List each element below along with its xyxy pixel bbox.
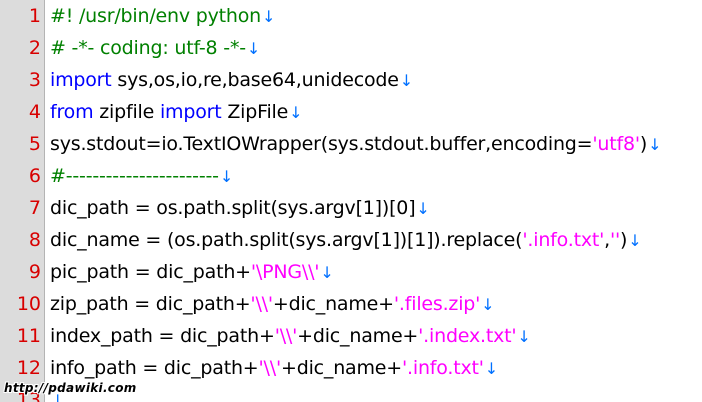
line-end-arrow-icon: ↓ xyxy=(246,39,261,58)
line-code[interactable]: dic_name = (os.path.split(sys.argv[1])[1… xyxy=(50,224,642,257)
string-token: '.info.txt' xyxy=(522,229,605,251)
line-code[interactable]: #! /usr/bin/env python↓ xyxy=(50,0,275,33)
plain-token: ) xyxy=(639,133,648,155)
watermark: http://pdawiki.com xyxy=(4,381,137,395)
string-token: 'utf8' xyxy=(592,133,640,155)
string-token: '\PNG\\' xyxy=(250,261,320,283)
string-token: '' xyxy=(610,229,621,251)
line-end-arrow-icon: ↓ xyxy=(262,7,276,26)
line-end-arrow-icon: ↓ xyxy=(416,199,430,218)
plain-token: pic_path = dic_path+ xyxy=(50,261,251,283)
plain-token: dic_name = (os.path.split(sys.argv[1])[1… xyxy=(50,229,523,251)
string-token: '\\' xyxy=(258,357,282,379)
comment-token: # -*- coding: utf-8 -*- xyxy=(50,37,246,59)
comment-token: #! /usr/bin/env python xyxy=(50,5,261,27)
line-number: 5 xyxy=(28,133,41,155)
line-number: 6 xyxy=(28,165,41,187)
line-number: 2 xyxy=(28,37,41,59)
line-code[interactable]: sys.stdout=io.TextIOWrapper(sys.stdout.b… xyxy=(50,128,662,161)
line-code[interactable]: # -*- coding: utf-8 -*-↓ xyxy=(50,32,260,65)
plain-token: +dic_name+ xyxy=(272,293,394,315)
line-number: 10 xyxy=(16,293,41,315)
keyword-token: import xyxy=(50,69,112,91)
plain-token: ZipFile xyxy=(221,101,289,123)
line-number: 9 xyxy=(28,261,41,283)
line-code[interactable]: #-----------------------↓ xyxy=(50,160,233,193)
line-code[interactable]: import sys,os,io,re,base64,unidecode↓ xyxy=(50,64,413,97)
string-token: '.info.txt' xyxy=(402,357,484,379)
line-number: 1 xyxy=(28,5,41,27)
line-number: 8 xyxy=(28,229,41,251)
plain-token: index_path = dic_path+ xyxy=(50,325,275,347)
plain-token: +dic_name+ xyxy=(280,357,402,379)
plain-token: ) xyxy=(620,229,628,251)
plain-token: +dic_name+ xyxy=(297,325,419,347)
line-end-arrow-icon: ↓ xyxy=(517,327,531,346)
plain-token: sys,os,io,re,base64,unidecode xyxy=(111,69,399,91)
line-number: 3 xyxy=(28,69,41,91)
code-editor[interactable]: 1 #! /usr/bin/env python↓ 2 # -*- coding: u… xyxy=(0,0,702,402)
line-end-arrow-icon: ↓ xyxy=(648,135,662,154)
keyword-token: import xyxy=(159,101,222,123)
plain-token: zip_path = dic_path+ xyxy=(50,293,251,315)
string-token: '.files.zip' xyxy=(393,293,481,315)
line-end-arrow-icon: ↓ xyxy=(320,263,334,282)
line-code[interactable]: zip_path = dic_path+'\\'+dic_name+'.file… xyxy=(50,288,495,321)
line-end-arrow-icon: ↓ xyxy=(289,103,303,122)
keyword-token: from xyxy=(50,101,94,123)
string-token: '.index.txt' xyxy=(418,325,517,347)
line-code[interactable]: index_path = dic_path+'\\'+dic_name+'.in… xyxy=(50,320,531,353)
line-end-arrow-icon: ↓ xyxy=(219,167,234,186)
line-end-arrow-icon: ↓ xyxy=(484,359,498,378)
string-token: '\\' xyxy=(274,325,298,347)
plain-token: info_path = dic_path+ xyxy=(50,357,259,379)
line-number: 12 xyxy=(16,357,41,379)
line-end-arrow-icon: ↓ xyxy=(628,231,642,250)
line-number: 7 xyxy=(28,197,41,219)
gutter-divider xyxy=(44,0,45,402)
comment-token: #----------------------- xyxy=(50,165,219,187)
plain-token: zipfile xyxy=(93,101,160,123)
line-code[interactable]: from zipfile import ZipFile↓ xyxy=(50,96,303,129)
line-number: 11 xyxy=(16,325,41,347)
line-code[interactable]: pic_path = dic_path+'\PNG\\'↓ xyxy=(50,256,334,289)
plain-token: dic_path = os.path.split(sys.argv[1])[0] xyxy=(50,197,416,219)
line-number: 4 xyxy=(28,101,41,123)
line-end-arrow-icon: ↓ xyxy=(481,295,495,314)
line-end-arrow-icon: ↓ xyxy=(399,71,413,90)
string-token: '\\' xyxy=(250,293,273,315)
plain-token: sys.stdout=io.TextIOWrapper(sys.stdout.b… xyxy=(50,133,593,155)
line-code[interactable]: dic_path = os.path.split(sys.argv[1])[0]… xyxy=(50,192,430,225)
